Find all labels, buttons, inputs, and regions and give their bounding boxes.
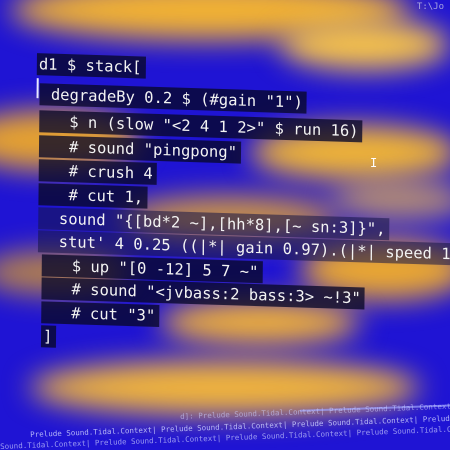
- code-line-11[interactable]: # cut "3": [41, 301, 160, 328]
- visual-blob: [280, 20, 450, 70]
- corner-label: T:\Jo: [416, 2, 444, 12]
- code-line-1[interactable]: d1 $ stack[: [36, 53, 146, 79]
- text-cursor: [36, 78, 39, 99]
- mouse-ibeam-icon: I: [370, 156, 378, 170]
- code-line-6[interactable]: # cut 1,: [38, 183, 148, 209]
- visual-blob: [330, 180, 450, 220]
- code-line-5[interactable]: # crush 4: [38, 159, 157, 185]
- repl-status-area: d]: Prelude Sound.Tidal.Context| Prelude…: [0, 402, 450, 450]
- live-coding-screen: T:\Jo d1 $ stack[ degradeBy 0.2 $ (#gain…: [0, 0, 450, 450]
- code-line-12[interactable]: ]: [40, 325, 57, 348]
- code-line-2[interactable]: degradeBy 0.2 $ (#gain "1"): [39, 83, 307, 114]
